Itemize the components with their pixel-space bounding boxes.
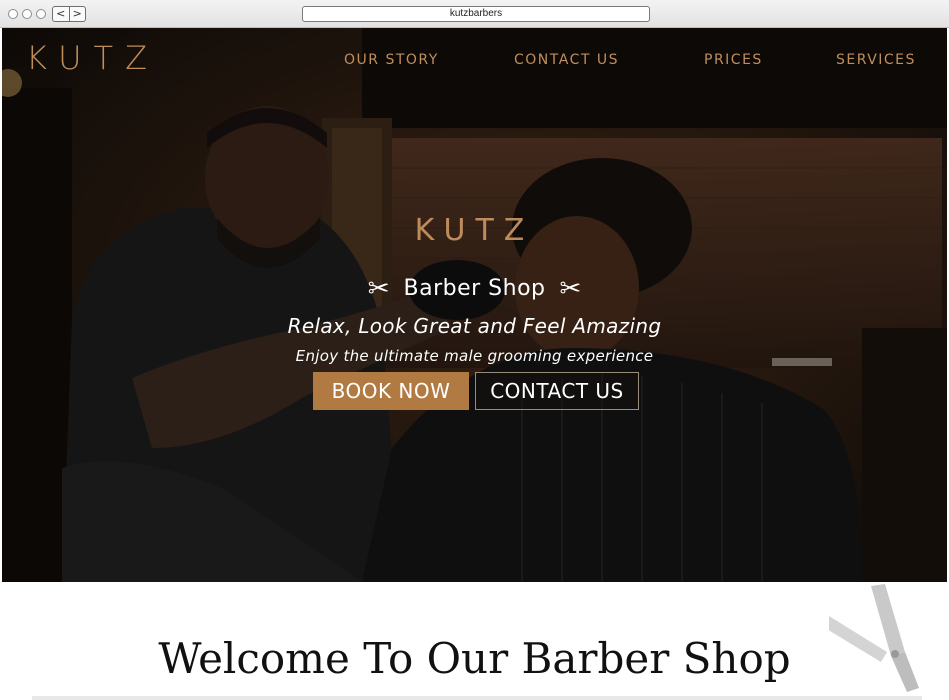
- hero-section: KUTZ OUR STORY CONTACT US PRICES SERVICE…: [2, 28, 947, 582]
- hero-subtitle: Relax, Look Great and Feel Amazing: [287, 314, 662, 338]
- scissors-icon: ✂: [559, 274, 582, 304]
- welcome-section: Welcome To Our Barber Shop: [2, 582, 947, 700]
- forward-button[interactable]: >: [70, 7, 86, 21]
- hero-logo: KUTZ: [414, 213, 535, 248]
- barber-photo: [2, 28, 947, 582]
- nav-contact-us[interactable]: CONTACT US: [514, 53, 619, 67]
- nav-prices[interactable]: PRICES: [704, 53, 763, 67]
- nav-services[interactable]: SERVICES: [836, 53, 916, 67]
- nav-our-story[interactable]: OUR STORY: [344, 53, 439, 67]
- window-close-dot[interactable]: [8, 9, 18, 19]
- scissors-icon: ✂: [367, 274, 390, 304]
- cropped-text-line: [32, 696, 922, 700]
- site-logo[interactable]: KUTZ: [26, 42, 159, 74]
- window-maximize-dot[interactable]: [36, 9, 46, 19]
- history-buttons: < >: [52, 6, 86, 22]
- window-minimize-dot[interactable]: [22, 9, 32, 19]
- page-viewport: KUTZ OUR STORY CONTACT US PRICES SERVICE…: [2, 28, 947, 700]
- hero-tagline: Enjoy the ultimate male grooming experie…: [295, 347, 654, 365]
- contact-us-button[interactable]: CONTACT US: [475, 372, 639, 410]
- address-bar[interactable]: kutzbarbers: [302, 6, 650, 22]
- browser-toolbar: < > kutzbarbers: [0, 0, 949, 28]
- back-button[interactable]: <: [53, 7, 70, 21]
- welcome-heading: Welcome To Our Barber Shop: [158, 634, 791, 683]
- hero-title: Barber Shop: [403, 276, 546, 301]
- hero-title-row: ✂ Barber Shop ✂: [2, 276, 947, 302]
- book-now-button[interactable]: BOOK NOW: [313, 372, 469, 410]
